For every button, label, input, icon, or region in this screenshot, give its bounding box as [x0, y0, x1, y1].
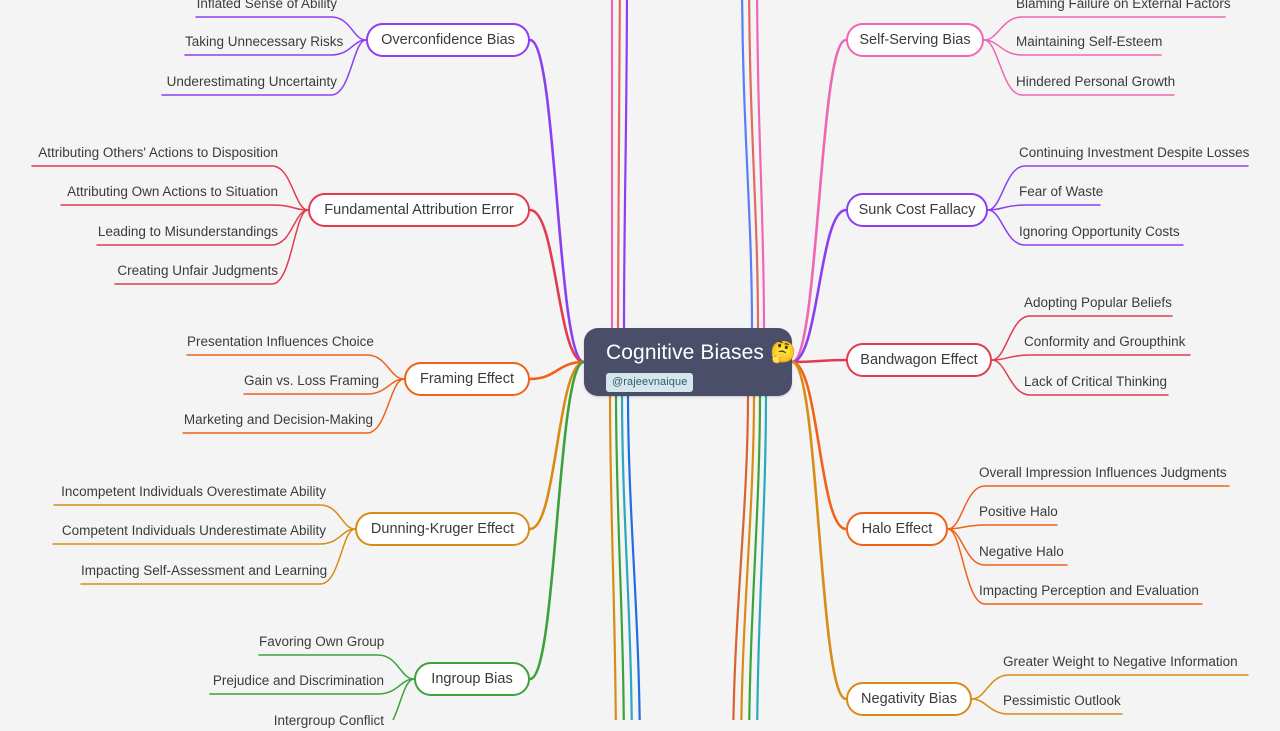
- topic-label: Ingroup Bias: [431, 671, 513, 687]
- leaf-label: Adopting Popular Beliefs: [1024, 295, 1172, 310]
- leaf-fundamental-attribution-error-3[interactable]: Creating Unfair Judgments: [115, 262, 278, 281]
- leaf-fundamental-attribution-error-1[interactable]: Attributing Own Actions to Situation: [61, 183, 278, 202]
- root-title: Cognitive Biases 🤔: [606, 341, 797, 364]
- leaf-negativity-bias-0[interactable]: Greater Weight to Negative Information: [1003, 653, 1248, 672]
- leaf-label: Presentation Influences Choice: [187, 334, 374, 349]
- leaf-ingroup-bias-1[interactable]: Prejudice and Discrimination: [210, 672, 384, 691]
- leaf-self-serving-bias-2[interactable]: Hindered Personal Growth: [1016, 73, 1176, 92]
- topic-self-serving-bias[interactable]: Self-Serving Bias: [846, 23, 984, 57]
- leaf-dunning-kruger-effect-1[interactable]: Competent Individuals Underestimate Abil…: [53, 522, 326, 541]
- topic-negativity-bias[interactable]: Negativity Bias: [846, 682, 972, 716]
- leaf-label: Leading to Misunderstandings: [97, 224, 278, 239]
- topic-label: Negativity Bias: [861, 691, 957, 707]
- leaf-label: Overall Impression Influences Judgments: [979, 465, 1227, 480]
- leaf-label: Fear of Waste: [1019, 184, 1104, 199]
- author-badge: @rajeevnaique: [606, 373, 694, 392]
- leaf-label: Impacting Self-Assessment and Learning: [81, 563, 328, 578]
- leaf-bandwagon-effect-1[interactable]: Conformity and Groupthink: [1024, 333, 1190, 352]
- leaf-label: Creating Unfair Judgments: [117, 263, 278, 278]
- leaf-negativity-bias-1[interactable]: Pessimistic Outlook: [1003, 692, 1122, 711]
- topic-framing-effect[interactable]: Framing Effect: [404, 362, 530, 396]
- topic-bandwagon-effect[interactable]: Bandwagon Effect: [846, 343, 992, 377]
- topic-label: Bandwagon Effect: [860, 352, 978, 368]
- topic-fundamental-attribution-error[interactable]: Fundamental Attribution Error: [308, 193, 530, 227]
- leaf-overconfidence-bias-0[interactable]: Inflated Sense of Ability: [196, 0, 337, 14]
- leaf-label: Intergroup Conflict: [273, 713, 384, 728]
- leaf-label: Continuing Investment Despite Losses: [1019, 145, 1250, 160]
- topic-label: Dunning-Kruger Effect: [370, 521, 515, 537]
- leaf-label: Impacting Perception and Evaluation: [979, 583, 1199, 598]
- leaf-self-serving-bias-0[interactable]: Blaming Failure on External Factors: [1016, 0, 1231, 14]
- leaf-bandwagon-effect-2[interactable]: Lack of Critical Thinking: [1024, 373, 1168, 392]
- leaf-label: Hindered Personal Growth: [1016, 74, 1176, 89]
- leaf-ingroup-bias-2[interactable]: Intergroup Conflict: [266, 712, 384, 731]
- leaf-ingroup-bias-0[interactable]: Favoring Own Group: [259, 633, 384, 652]
- topic-label: Fundamental Attribution Error: [324, 202, 514, 218]
- leaf-label: Marketing and Decision-Making: [183, 412, 373, 427]
- leaf-label: Taking Unnecessary Risks: [185, 34, 344, 49]
- leaf-label: Greater Weight to Negative Information: [1003, 654, 1238, 669]
- leaf-dunning-kruger-effect-0[interactable]: Incompetent Individuals Overestimate Abi…: [54, 483, 326, 502]
- topic-overconfidence-bias[interactable]: Overconfidence Bias: [366, 23, 530, 57]
- topic-label: Sunk Cost Fallacy: [858, 202, 976, 218]
- leaf-dunning-kruger-effect-2[interactable]: Impacting Self-Assessment and Learning: [81, 562, 328, 581]
- topic-label: Self-Serving Bias: [859, 32, 971, 48]
- root-node[interactable]: Cognitive Biases 🤔 @rajeevnaique: [584, 328, 796, 396]
- topic-halo-effect[interactable]: Halo Effect: [846, 512, 948, 546]
- leaf-overconfidence-bias-1[interactable]: Taking Unnecessary Risks: [185, 33, 343, 52]
- leaf-label: Gain vs. Loss Framing: [244, 373, 380, 388]
- leaf-halo-effect-1[interactable]: Positive Halo: [979, 503, 1058, 522]
- topic-sunk-cost-fallacy[interactable]: Sunk Cost Fallacy: [846, 193, 988, 227]
- leaf-label: Maintaining Self-Esteem: [1016, 34, 1163, 49]
- leaf-label: Inflated Sense of Ability: [196, 0, 337, 11]
- leaf-label: Underestimating Uncertainty: [166, 74, 337, 89]
- topic-ingroup-bias[interactable]: Ingroup Bias: [414, 662, 530, 696]
- topic-label: Framing Effect: [419, 371, 515, 387]
- leaf-label: Attributing Others' Actions to Dispositi…: [38, 145, 278, 160]
- leaf-label: Incompetent Individuals Overestimate Abi…: [61, 484, 326, 499]
- leaf-overconfidence-bias-2[interactable]: Underestimating Uncertainty: [162, 73, 337, 92]
- leaf-label: Competent Individuals Underestimate Abil…: [61, 523, 326, 538]
- leaf-label: Negative Halo: [979, 544, 1064, 559]
- leaf-framing-effect-1[interactable]: Gain vs. Loss Framing: [244, 372, 379, 391]
- leaf-bandwagon-effect-0[interactable]: Adopting Popular Beliefs: [1024, 294, 1172, 313]
- leaf-label: Conformity and Groupthink: [1024, 334, 1186, 349]
- leaf-label: Blaming Failure on External Factors: [1016, 0, 1231, 11]
- leaf-fundamental-attribution-error-2[interactable]: Leading to Misunderstandings: [97, 223, 278, 242]
- leaf-halo-effect-0[interactable]: Overall Impression Influences Judgments: [979, 464, 1229, 483]
- leaf-sunk-cost-fallacy-0[interactable]: Continuing Investment Despite Losses: [1019, 144, 1250, 163]
- leaf-framing-effect-2[interactable]: Marketing and Decision-Making: [183, 411, 373, 430]
- leaf-label: Pessimistic Outlook: [1003, 693, 1121, 708]
- leaf-framing-effect-0[interactable]: Presentation Influences Choice: [187, 333, 374, 352]
- leaf-sunk-cost-fallacy-1[interactable]: Fear of Waste: [1019, 183, 1104, 202]
- leaf-halo-effect-3[interactable]: Impacting Perception and Evaluation: [979, 582, 1202, 601]
- leaf-label: Ignoring Opportunity Costs: [1019, 224, 1180, 239]
- leaf-label: Positive Halo: [979, 504, 1058, 519]
- leaf-sunk-cost-fallacy-2[interactable]: Ignoring Opportunity Costs: [1019, 223, 1183, 242]
- mindmap-canvas: Cognitive Biases 🤔 @rajeevnaique Overcon…: [0, 0, 1280, 728]
- leaf-label: Attributing Own Actions to Situation: [67, 184, 278, 199]
- topic-label: Halo Effect: [861, 521, 933, 537]
- leaf-self-serving-bias-1[interactable]: Maintaining Self-Esteem: [1016, 33, 1163, 52]
- leaf-label: Lack of Critical Thinking: [1024, 374, 1168, 389]
- leaf-fundamental-attribution-error-0[interactable]: Attributing Others' Actions to Dispositi…: [32, 144, 278, 163]
- leaf-label: Favoring Own Group: [259, 634, 385, 649]
- leaf-label: Prejudice and Discrimination: [212, 673, 384, 688]
- leaf-halo-effect-2[interactable]: Negative Halo: [979, 543, 1067, 562]
- topic-dunning-kruger-effect[interactable]: Dunning-Kruger Effect: [355, 512, 530, 546]
- topic-label: Overconfidence Bias: [381, 32, 515, 48]
